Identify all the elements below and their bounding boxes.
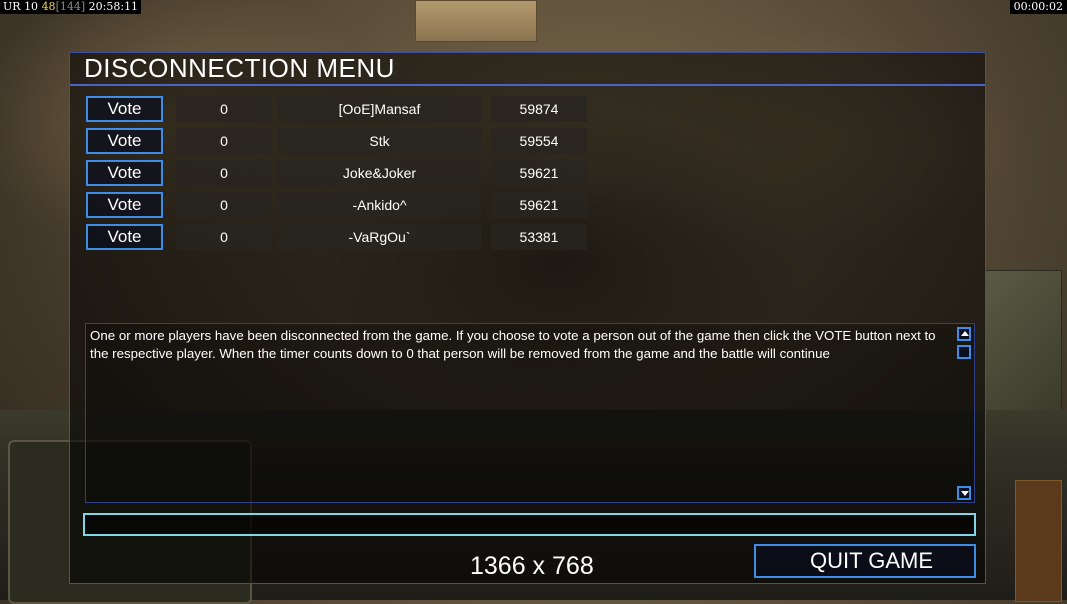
game-timer: 00:00:02: [1013, 0, 1063, 13]
vote-count: 0: [176, 128, 272, 154]
player-ping: 59621: [491, 160, 587, 186]
status-value-c: [144]: [55, 0, 86, 13]
scroll-up-icon[interactable]: [957, 327, 971, 341]
player-name: -Ankido^: [278, 192, 481, 218]
background-building: [415, 0, 537, 42]
vote-count: 0: [176, 160, 272, 186]
message-box: One or more players have been disconnect…: [85, 323, 975, 503]
player-ping: 59554: [491, 128, 587, 154]
scroll-thumb[interactable]: [957, 345, 971, 359]
player-ping: 59621: [491, 192, 587, 218]
disconnection-dialog: DISCONNECTION MENU Vote 0 [OoE]Mansaf 59…: [69, 52, 986, 584]
background-tank: [985, 270, 1062, 422]
message-scrollbar[interactable]: [956, 324, 974, 502]
player-name: Stk: [278, 128, 481, 154]
vote-button[interactable]: Vote: [86, 96, 163, 122]
vote-count: 0: [176, 192, 272, 218]
status-clock: 20:58:11: [88, 0, 139, 13]
chat-input[interactable]: [83, 513, 976, 536]
player-name: -VaRgOu`: [278, 224, 481, 250]
scroll-down-icon[interactable]: [957, 486, 971, 500]
player-ping: 53381: [491, 224, 587, 250]
background-power-bar: [1015, 480, 1062, 602]
disconnect-message: One or more players have been disconnect…: [90, 328, 936, 361]
vote-button[interactable]: Vote: [86, 192, 163, 218]
vote-button[interactable]: Vote: [86, 224, 163, 250]
status-bar-left: UR 10 48[144] 20:58:11: [0, 0, 142, 14]
vote-count: 0: [176, 96, 272, 122]
status-region: UR: [3, 0, 21, 13]
resolution-overlay: 1366 x 768: [470, 552, 594, 580]
vote-button[interactable]: Vote: [86, 128, 163, 154]
status-value-a: 10: [24, 0, 39, 13]
status-bar-right: 00:00:02: [1009, 0, 1067, 14]
player-ping: 59874: [491, 96, 587, 122]
dialog-title: DISCONNECTION MENU: [70, 53, 985, 86]
quit-game-button[interactable]: QUIT GAME: [754, 544, 976, 578]
vote-count: 0: [176, 224, 272, 250]
vote-button[interactable]: Vote: [86, 160, 163, 186]
player-name: Joke&Joker: [278, 160, 481, 186]
status-value-b: 48: [41, 0, 56, 13]
player-name: [OoE]Mansaf: [278, 96, 481, 122]
